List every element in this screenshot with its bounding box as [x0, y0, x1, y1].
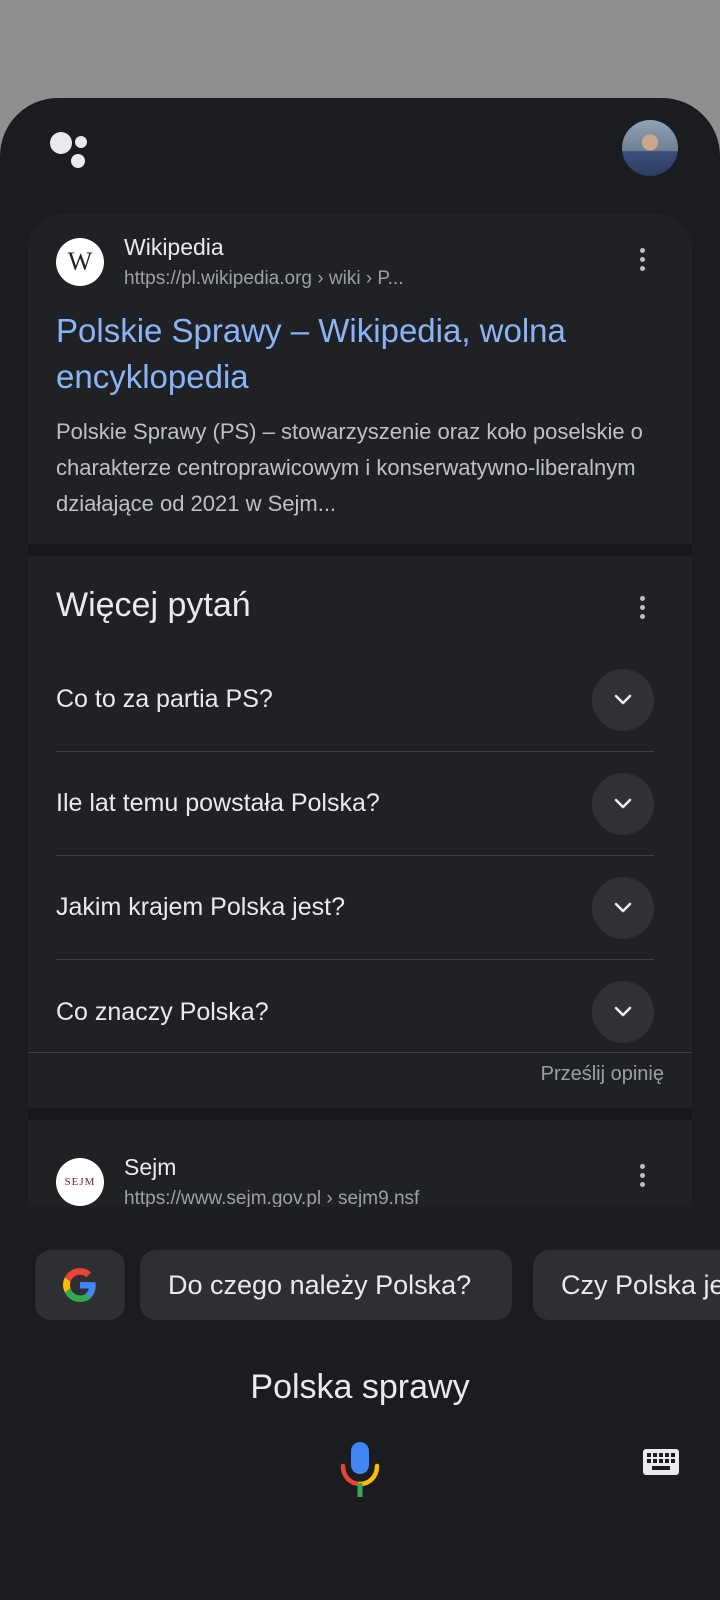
- mic-icon[interactable]: [339, 1442, 381, 1498]
- paa-question[interactable]: Ile lat temu powstała Polska?: [56, 752, 654, 856]
- result-title-link[interactable]: Polskie Sprawy – Wikipedia, wolna encykl…: [56, 308, 656, 400]
- paa-question-text: Ile lat temu powstała Polska?: [56, 789, 380, 817]
- chevron-down-icon[interactable]: [592, 772, 654, 835]
- feedback-link[interactable]: Prześlij opinię: [541, 1063, 664, 1086]
- paa-title: Więcej pytań: [56, 586, 251, 624]
- google-g-icon: [63, 1268, 96, 1302]
- more-options-icon[interactable]: [630, 592, 654, 622]
- paa-question[interactable]: Co to za partia PS?: [56, 648, 654, 752]
- google-search-chip[interactable]: [35, 1250, 125, 1320]
- result-site-name: Wikipedia: [124, 234, 224, 260]
- keyboard-icon[interactable]: [642, 1448, 680, 1476]
- more-options-icon[interactable]: [630, 244, 654, 274]
- suggestion-chip[interactable]: Do czego należy Polska?: [140, 1250, 512, 1320]
- result-site-name: Sejm: [124, 1154, 177, 1180]
- paa-question-text: Jakim krajem Polska jest?: [56, 893, 345, 921]
- card-divider: [28, 1108, 692, 1120]
- paa-question-text: Co znaczy Polska?: [56, 997, 269, 1026]
- more-options-icon[interactable]: [630, 1160, 654, 1190]
- paa-question-text: Co to za partia PS?: [56, 685, 273, 713]
- google-assistant-icon[interactable]: [46, 132, 96, 172]
- sejm-icon: SEJM: [56, 1158, 104, 1206]
- result-card-sejm[interactable]: SEJM Sejm https://www.sejm.gov.pl › sejm…: [28, 1120, 692, 1207]
- chevron-down-icon[interactable]: [592, 876, 654, 939]
- paa-list: Co to za partia PS? Ile lat temu powstał…: [56, 648, 654, 1064]
- user-avatar[interactable]: [622, 120, 678, 176]
- result-snippet: Polskie Sprawy (PS) – stowarzyszenie ora…: [56, 419, 643, 516]
- paa-question[interactable]: Jakim krajem Polska jest?: [56, 856, 654, 960]
- card-divider: [28, 544, 692, 556]
- feedback-row: Prześlij opinię: [28, 1052, 692, 1108]
- suggestion-chip[interactable]: Czy Polska je: [533, 1250, 720, 1320]
- chevron-down-icon[interactable]: [592, 668, 654, 731]
- paa-question[interactable]: Co znaczy Polska?: [56, 960, 654, 1064]
- suggestion-chips: Do czego należy Polska? Czy Polska je: [35, 1250, 720, 1320]
- result-card-wikipedia[interactable]: W Wikipedia https://pl.wikipedia.org › w…: [28, 214, 692, 544]
- result-url[interactable]: https://www.sejm.gov.pl › sejm9.nsf: [124, 1188, 419, 1207]
- wikipedia-icon: W: [56, 238, 104, 286]
- assistant-sheet: W Wikipedia https://pl.wikipedia.org › w…: [0, 98, 720, 1600]
- search-results[interactable]: W Wikipedia https://pl.wikipedia.org › w…: [28, 214, 692, 1207]
- chevron-down-icon[interactable]: [592, 981, 654, 1043]
- query-text: Polska sprawy: [250, 1368, 470, 1406]
- result-url[interactable]: https://pl.wikipedia.org › wiki › P...: [124, 268, 403, 290]
- people-also-ask-card: Więcej pytań Co to za partia PS? Ile lat…: [28, 556, 692, 1108]
